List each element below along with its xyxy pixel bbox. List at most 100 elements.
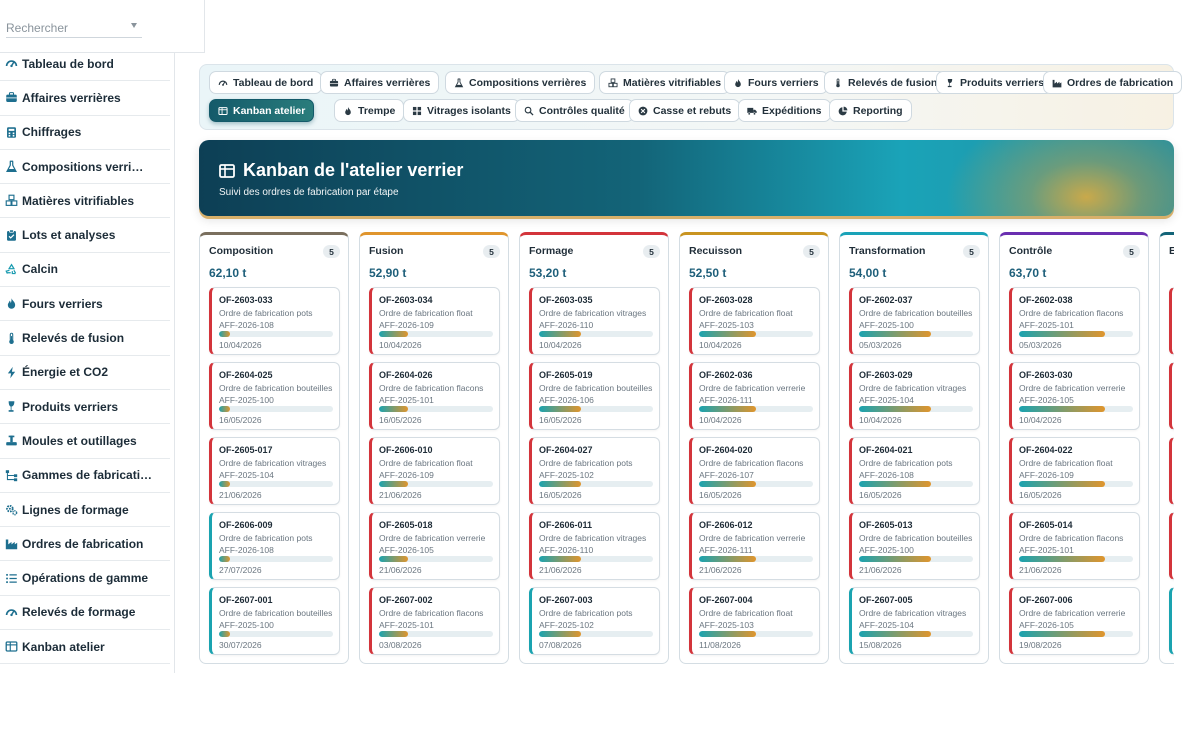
order-description: Ordre de fabrication verrerie bbox=[699, 383, 806, 393]
search-input[interactable] bbox=[6, 18, 142, 38]
sidebar-item-releves-de-formage[interactable]: Relevés de formage bbox=[0, 596, 170, 631]
sidebar-item-kanban-atelier[interactable]: Kanban atelier bbox=[0, 630, 170, 665]
order-card[interactable]: OF-2607-001 Ordre de fabrication bouteill… bbox=[209, 587, 340, 655]
order-card[interactable]: OF-2607-003 Ordre de fabrication pots AFF-… bbox=[529, 587, 660, 655]
order-card[interactable]: OF-2604-027 Ordre de fabrication pots AFF-… bbox=[529, 437, 660, 505]
sidebar-item-affaires-verrieres[interactable]: Affaires verrières bbox=[0, 81, 170, 116]
order-card[interactable]: OF-2602-036 Ordre de fabrication verrerie… bbox=[689, 362, 820, 430]
order-card[interactable]: OF-2605-013 Ordre de fabrication bouteill… bbox=[849, 512, 980, 580]
progress-fill bbox=[859, 406, 931, 412]
progress-bar bbox=[539, 631, 653, 637]
affaire-reference: AFF-2026-111 bbox=[699, 545, 753, 555]
order-card[interactable]: OF-2603-034 Ordre de fabrication float AFF… bbox=[369, 287, 500, 355]
order-card[interactable] bbox=[1169, 362, 1174, 430]
tab-expeditions[interactable]: Expéditions bbox=[738, 99, 831, 122]
order-id: OF-2607-001 bbox=[219, 595, 273, 605]
sidebar-item-label: Lignes de formage bbox=[22, 502, 129, 517]
due-date: 21/06/2026 bbox=[859, 565, 902, 575]
sidebar-item-chiffrages[interactable]: Chiffrages bbox=[0, 116, 170, 150]
order-card[interactable]: OF-2605-018 Ordre de fabrication verrerie… bbox=[369, 512, 500, 580]
order-card[interactable]: OF-2603-035 Ordre de fabrication vitrages… bbox=[529, 287, 660, 355]
cubes-icon bbox=[5, 194, 18, 207]
order-description: Ordre de fabrication bouteilles bbox=[539, 383, 653, 393]
column-title: E bbox=[1169, 245, 1174, 257]
chevron-down-icon[interactable] bbox=[131, 23, 137, 28]
order-card[interactable]: OF-2603-033 Ordre de fabrication pots AFF-… bbox=[209, 287, 340, 355]
progress-bar bbox=[539, 556, 653, 562]
sidebar-item-energie-et-co2[interactable]: Énergie et CO2 bbox=[0, 356, 170, 390]
tab-reporting[interactable]: Reporting bbox=[829, 99, 912, 122]
sidebar-item-matieres-vitrifiables[interactable]: Matières vitrifiables bbox=[0, 184, 170, 219]
module-tabbar: Tableau de bord Affaires verrières Composi… bbox=[199, 64, 1183, 130]
affaire-reference: AFF-2026-105 bbox=[379, 545, 434, 555]
sidebar-item-label: Calcin bbox=[22, 262, 59, 277]
order-card[interactable]: OF-2602-038 Ordre de fabrication flacons A… bbox=[1009, 287, 1140, 355]
sidebar-item-lots-et-analyses[interactable]: Lots et analyses bbox=[0, 218, 170, 253]
sidebar-item-releves-de-fusion[interactable]: Relevés de fusion bbox=[0, 321, 170, 356]
order-card[interactable]: OF-2606-011 Ordre de fabrication vitrages… bbox=[529, 512, 660, 580]
tab-fours-verriers[interactable]: Fours verriers bbox=[724, 71, 828, 94]
tab-ordres-de-fabrication[interactable]: Ordres de fabrication bbox=[1043, 71, 1183, 94]
sidebar-item-fours-verriers[interactable]: Fours verriers bbox=[0, 287, 170, 322]
sidebar-item-moules-et-outillages[interactable]: Moules et outillages bbox=[0, 424, 170, 459]
column-count-badge: 5 bbox=[963, 245, 980, 258]
order-card[interactable]: OF-2603-029 Ordre de fabrication vitrages… bbox=[849, 362, 980, 430]
order-card[interactable]: OF-2606-010 Ordre de fabrication float AFF… bbox=[369, 437, 500, 505]
order-card[interactable] bbox=[1169, 437, 1174, 505]
affaire-reference: AFF-2026-111 bbox=[699, 395, 753, 405]
sidebar-item-operations-de-gamme[interactable]: Opérations de gamme bbox=[0, 561, 170, 596]
order-card[interactable]: OF-2604-022 Ordre de fabrication float AFF… bbox=[1009, 437, 1140, 505]
order-card[interactable]: OF-2607-002 Ordre de fabrication flacons A… bbox=[369, 587, 500, 655]
affaire-reference: AFF-2025-102 bbox=[539, 470, 594, 480]
due-date: 05/03/2026 bbox=[859, 340, 902, 350]
sidebar-item-compositions-verri[interactable]: Compositions verri… bbox=[0, 150, 170, 185]
order-card[interactable]: OF-2607-006 Ordre de fabrication verrerie… bbox=[1009, 587, 1140, 655]
tab-compositions-verrieres[interactable]: Compositions verrières bbox=[445, 71, 596, 94]
order-card[interactable]: OF-2602-037 Ordre de fabrication bouteill… bbox=[849, 287, 980, 355]
order-card[interactable]: OF-2604-020 Ordre de fabrication flacons A… bbox=[689, 437, 820, 505]
order-card[interactable]: OF-2607-005 Ordre de fabrication vitrages… bbox=[849, 587, 980, 655]
tab-affaires-verrieres[interactable]: Affaires verrières bbox=[320, 71, 440, 94]
tab-vitrages-isolants[interactable]: Vitrages isolants bbox=[403, 99, 520, 122]
order-card[interactable]: OF-2604-026 Ordre de fabrication flacons A… bbox=[369, 362, 500, 430]
affaire-reference: AFF-2026-107 bbox=[699, 470, 754, 480]
order-card[interactable]: OF-2606-009 Ordre de fabrication pots AFF-… bbox=[209, 512, 340, 580]
tab-trempe[interactable]: Trempe bbox=[334, 99, 405, 122]
order-id: OF-2605-013 bbox=[859, 520, 913, 530]
order-card[interactable]: OF-2604-025 Ordre de fabrication bouteill… bbox=[209, 362, 340, 430]
order-card[interactable]: OF-2605-017 Ordre de fabrication vitrages… bbox=[209, 437, 340, 505]
order-card[interactable]: OF-2607-004 Ordre de fabrication float AFF… bbox=[689, 587, 820, 655]
order-card[interactable] bbox=[1169, 512, 1174, 580]
progress-fill bbox=[1019, 556, 1105, 562]
progress-fill bbox=[379, 481, 408, 487]
tab-casse-et-rebuts[interactable]: Casse et rebuts bbox=[629, 99, 741, 122]
progress-fill bbox=[859, 331, 931, 337]
order-card[interactable]: OF-2603-028 Ordre de fabrication float AFF… bbox=[689, 287, 820, 355]
tab-releves-de-fusion[interactable]: Relevés de fusion bbox=[824, 71, 947, 94]
order-card[interactable] bbox=[1169, 587, 1174, 655]
tab-produits-verriers[interactable]: Produits verriers bbox=[936, 71, 1054, 94]
order-card[interactable] bbox=[1169, 287, 1174, 355]
sidebar-item-calcin[interactable]: Calcin bbox=[0, 253, 170, 288]
order-card[interactable]: OF-2605-019 Ordre de fabrication bouteill… bbox=[529, 362, 660, 430]
order-id: OF-2603-029 bbox=[859, 370, 913, 380]
sidebar-item-gammes-de-fabricati[interactable]: Gammes de fabricati… bbox=[0, 459, 170, 493]
progress-bar bbox=[859, 631, 973, 637]
order-card[interactable]: OF-2606-012 Ordre de fabrication verrerie… bbox=[689, 512, 820, 580]
sidebar-item-lignes-de-formage[interactable]: Lignes de formage bbox=[0, 493, 170, 528]
order-description: Ordre de fabrication flacons bbox=[1019, 533, 1124, 543]
main-content: Tableau de bord Affaires verrières Composi… bbox=[175, 0, 1200, 743]
sidebar-item-produits-verriers[interactable]: Produits verriers bbox=[0, 390, 170, 425]
order-card[interactable]: OF-2604-021 Ordre de fabrication pots AFF-… bbox=[849, 437, 980, 505]
order-card[interactable]: OF-2605-014 Ordre de fabrication flacons A… bbox=[1009, 512, 1140, 580]
progress-bar bbox=[219, 631, 333, 637]
order-description: Ordre de fabrication pots bbox=[539, 608, 633, 618]
tab-kanban-atelier[interactable]: Kanban atelier bbox=[209, 99, 315, 122]
progress-fill bbox=[699, 331, 756, 337]
affaire-reference: AFF-2026-109 bbox=[379, 470, 434, 480]
sidebar-item-ordres-de-fabrication[interactable]: Ordres de fabrication bbox=[0, 527, 170, 562]
order-card[interactable]: OF-2603-030 Ordre de fabrication verrerie… bbox=[1009, 362, 1140, 430]
tab-controles-qualite[interactable]: Contrôles qualité bbox=[515, 99, 634, 122]
tab-matieres-vitrifiables[interactable]: Matières vitrifiables bbox=[599, 71, 731, 94]
tab-tableau-de-bord[interactable]: Tableau de bord bbox=[209, 71, 323, 94]
